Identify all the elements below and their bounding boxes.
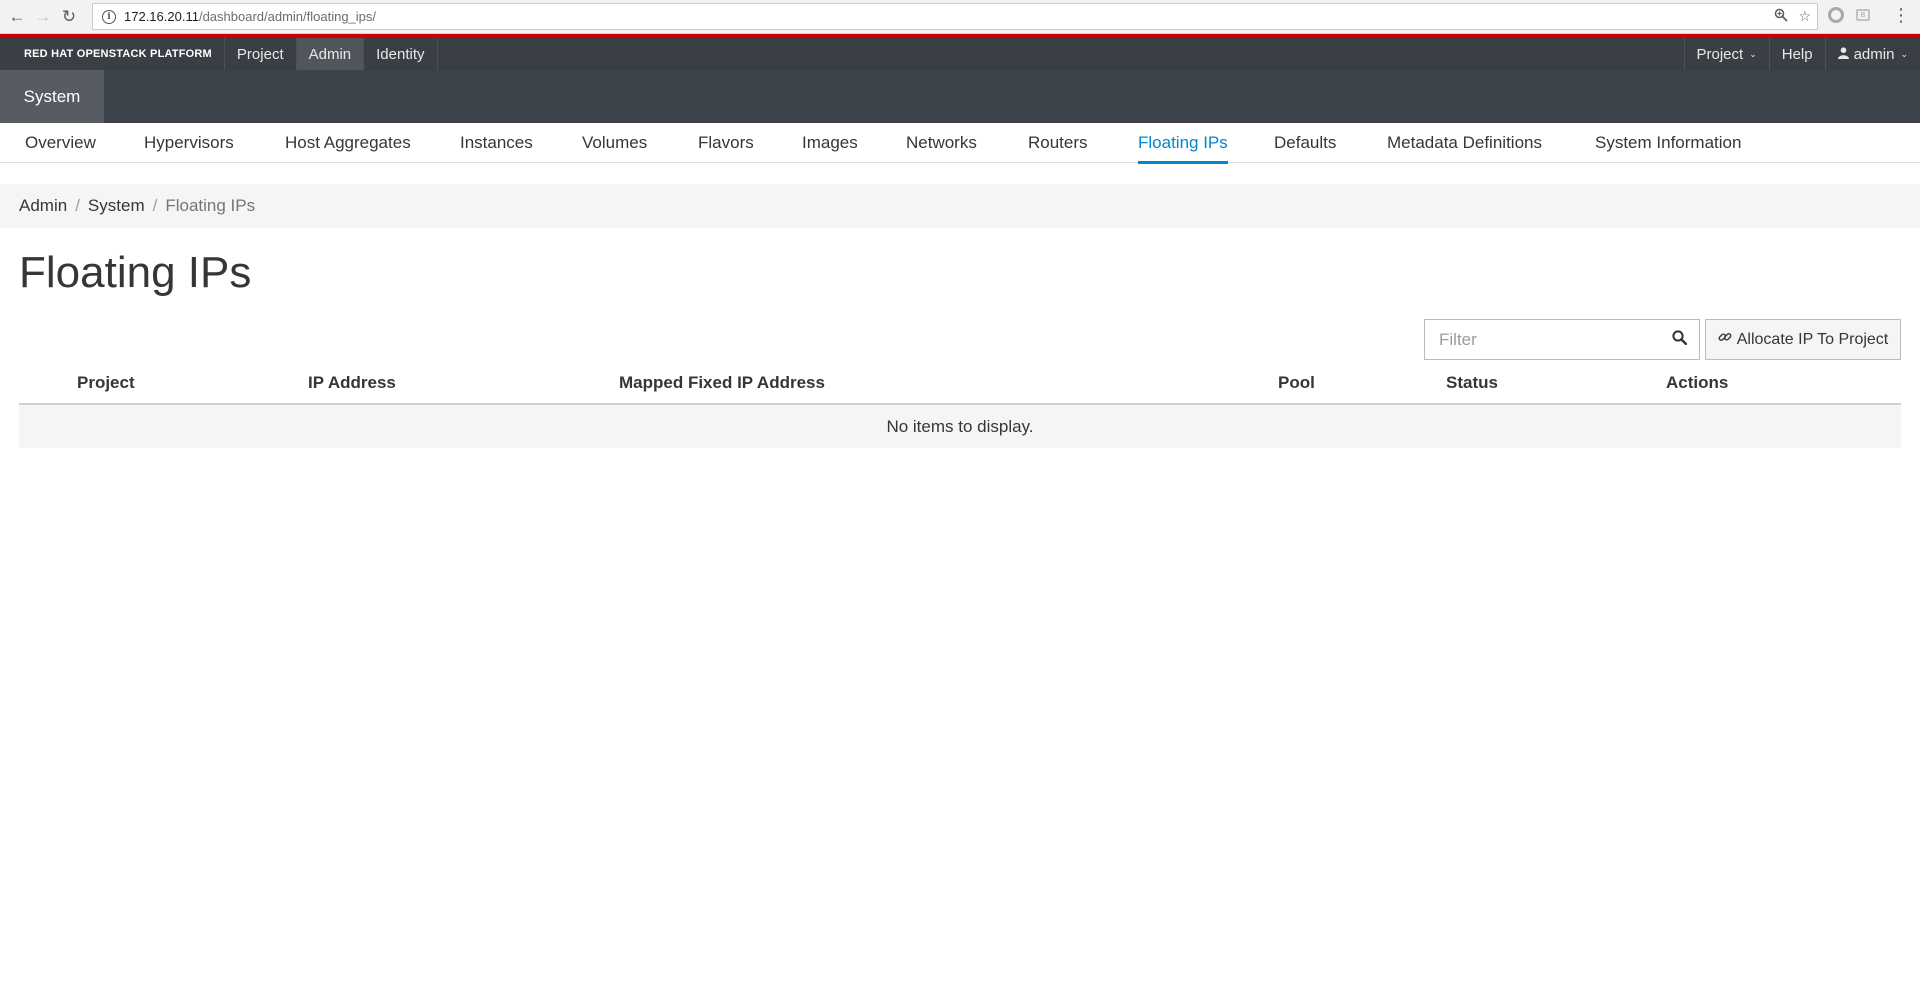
breadcrumb-separator: / [152, 196, 158, 215]
column-ip-address[interactable]: IP Address [308, 363, 396, 403]
nav-routers[interactable]: Routers [1028, 123, 1088, 163]
nav-instances[interactable]: Instances [460, 123, 533, 163]
column-project[interactable]: Project [77, 363, 135, 403]
back-arrow-icon[interactable]: ← [4, 4, 30, 30]
chevron-down-icon: ⌄ [1749, 48, 1757, 59]
nav-images[interactable]: Images [802, 123, 858, 163]
allocate-ip-label: Allocate IP To Project [1736, 330, 1889, 348]
extension-box-icon[interactable]: B [1856, 9, 1870, 21]
reload-icon[interactable]: ↻ [56, 4, 82, 30]
nav-overview[interactable]: Overview [25, 123, 96, 163]
project-dropdown[interactable]: Project ⌄ [1683, 38, 1769, 70]
table-empty-message: No items to display. [19, 405, 1901, 448]
browser-menu-icon[interactable]: ⋮ [1892, 6, 1910, 24]
breadcrumb-separator: / [75, 196, 80, 215]
nav-defaults[interactable]: Defaults [1274, 123, 1336, 163]
column-actions: Actions [1666, 373, 1729, 392]
secondary-nav: System [0, 70, 1920, 123]
tab-system[interactable]: System [0, 70, 104, 123]
extension-record-icon[interactable] [1828, 7, 1844, 23]
top-nav-project[interactable]: Project [225, 38, 297, 70]
top-nav-identity[interactable]: Identity [364, 38, 438, 70]
nav-hypervisors[interactable]: Hypervisors [144, 123, 234, 163]
table-header: Project IP Address Mapped Fixed IP Addre… [19, 363, 1901, 405]
nav-host-aggregates[interactable]: Host Aggregates [285, 123, 411, 163]
breadcrumb-system[interactable]: System [88, 196, 145, 216]
user-icon [1837, 46, 1849, 62]
masthead: RED HAT OPENSTACK PLATFORM Project Admin… [0, 38, 1920, 70]
nav-metadata-definitions[interactable]: Metadata Definitions [1387, 123, 1542, 163]
search-button[interactable] [1660, 320, 1699, 359]
filter-group [1424, 319, 1700, 360]
user-name: admin [1853, 45, 1895, 63]
nav-flavors[interactable]: Flavors [698, 123, 754, 163]
link-icon [1718, 330, 1732, 349]
brand-logo[interactable]: RED HAT OPENSTACK PLATFORM [0, 38, 225, 70]
nav-floating-ips[interactable]: Floating IPs [1138, 123, 1228, 164]
allocate-ip-button[interactable]: Allocate IP To Project [1705, 319, 1901, 360]
url-path: /dashboard/admin/floating_ips/ [198, 9, 377, 24]
user-dropdown[interactable]: admin ⌄ [1824, 38, 1920, 70]
search-icon [1672, 329, 1688, 350]
breadcrumb: Admin / System / Floating IPs [0, 184, 1920, 228]
nav-networks[interactable]: Networks [906, 123, 977, 163]
project-dropdown-label: Project [1696, 45, 1744, 63]
info-icon[interactable]: i [102, 9, 116, 24]
address-bar[interactable]: i 172.16.20.11/dashboard/admin/floating_… [92, 3, 1818, 30]
column-status[interactable]: Status [1446, 363, 1498, 403]
page-title: Floating IPs [19, 248, 252, 297]
tertiary-nav: Overview Hypervisors Host Aggregates Ins… [0, 123, 1920, 164]
nav-volumes[interactable]: Volumes [582, 123, 647, 163]
help-link[interactable]: Help [1768, 38, 1825, 70]
top-nav-admin[interactable]: Admin [296, 38, 365, 70]
column-mapped-fixed-ip[interactable]: Mapped Fixed IP Address [619, 363, 825, 403]
url-host: 172.16.20.11 [124, 9, 199, 24]
forward-arrow-icon[interactable]: → [30, 4, 56, 30]
breadcrumb-admin[interactable]: Admin [19, 196, 67, 216]
chevron-down-icon: ⌄ [1900, 48, 1908, 59]
breadcrumb-current: Floating IPs [165, 196, 256, 215]
filter-input[interactable] [1425, 320, 1660, 359]
column-pool[interactable]: Pool [1278, 363, 1315, 403]
browser-toolbar: ← → ↻ i 172.16.20.11/dashboard/admin/flo… [0, 0, 1920, 34]
bookmark-star-icon[interactable]: ☆ [1798, 8, 1811, 25]
zoom-icon[interactable] [1774, 8, 1789, 25]
nav-system-information[interactable]: System Information [1595, 123, 1741, 163]
